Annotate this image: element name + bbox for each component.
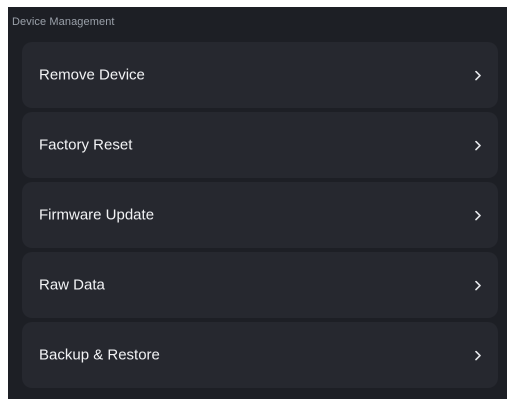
backup-restore-label: Backup & Restore bbox=[39, 346, 160, 364]
backup-restore-item[interactable]: Backup & Restore bbox=[22, 322, 498, 388]
firmware-update-item[interactable]: Firmware Update bbox=[22, 182, 498, 248]
chevron-right-icon bbox=[473, 280, 483, 292]
section-title: Device Management bbox=[12, 16, 115, 28]
chevron-right-icon bbox=[473, 70, 483, 82]
chevron-right-icon bbox=[473, 140, 483, 152]
settings-list: Remove Device Factory Reset Firmware Upd… bbox=[22, 42, 498, 392]
raw-data-label: Raw Data bbox=[39, 276, 105, 294]
chevron-right-icon bbox=[473, 210, 483, 222]
device-management-panel: Device Management Remove Device Factory … bbox=[8, 7, 507, 399]
factory-reset-item[interactable]: Factory Reset bbox=[22, 112, 498, 178]
remove-device-item[interactable]: Remove Device bbox=[22, 42, 498, 108]
firmware-update-label: Firmware Update bbox=[39, 206, 155, 224]
remove-device-label: Remove Device bbox=[39, 66, 145, 84]
raw-data-item[interactable]: Raw Data bbox=[22, 252, 498, 318]
factory-reset-label: Factory Reset bbox=[39, 136, 133, 154]
chevron-right-icon bbox=[473, 350, 483, 362]
